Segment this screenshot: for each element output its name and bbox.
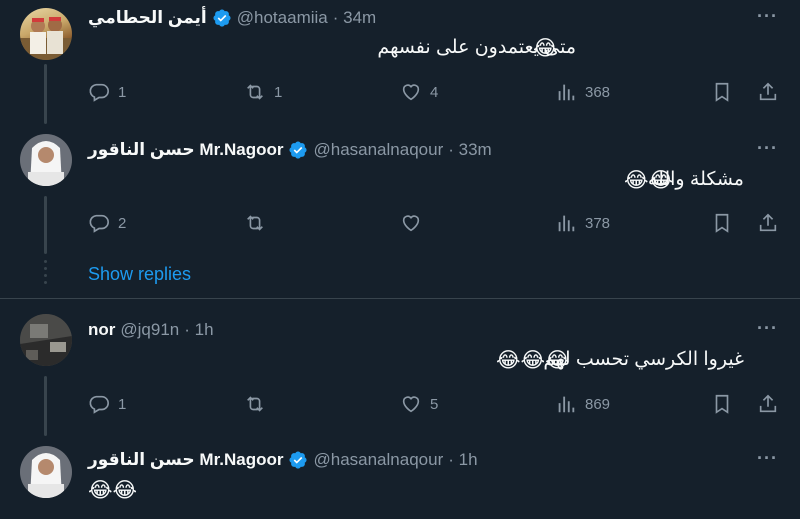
share-button[interactable]	[757, 392, 779, 416]
views-button[interactable]: 378	[555, 211, 610, 235]
handle[interactable]: @jq91n	[120, 320, 179, 340]
share-icon	[759, 213, 777, 232]
reply-icon	[89, 214, 109, 233]
verified-badge-icon	[289, 451, 308, 469]
verified-badge-icon	[213, 9, 231, 27]
tweet-text-content: غيروا الكرسي تحسب لهم	[543, 349, 744, 370]
share-icon	[759, 82, 777, 101]
views-count: 869	[585, 395, 611, 413]
timestamp[interactable]: · 33m	[448, 140, 491, 160]
like-count: 4	[430, 83, 439, 101]
retweet-button[interactable]	[244, 211, 274, 235]
action-bar: 1 5 869	[88, 392, 784, 416]
like-icon	[402, 84, 420, 101]
display-name[interactable]: nor	[88, 320, 115, 340]
retweet-button[interactable]	[244, 392, 274, 416]
reply-count: 1	[118, 83, 127, 101]
display-name-latin: Mr.Nagoor	[199, 140, 284, 159]
retweet-icon	[247, 215, 263, 231]
like-button[interactable]: 5	[400, 392, 438, 416]
tweet-text: غيروا الكرسي تحسب لهم	[543, 348, 744, 371]
timestamp[interactable]: · 1h	[184, 320, 213, 340]
reply-count: 2	[118, 214, 127, 232]
reply-button[interactable]: 1	[88, 392, 126, 416]
tweet[interactable]: nor @jq91n · 1h ··· غيروا الكرسي تحسب له…	[0, 304, 800, 434]
tweet[interactable]: حسن الناقور Mr.Nagoor @hasanalnaqour · 1…	[0, 436, 800, 519]
views-button[interactable]: 368	[555, 80, 610, 104]
reply-icon	[89, 395, 109, 414]
like-button[interactable]: 4	[400, 80, 438, 104]
views-count: 368	[585, 83, 611, 101]
emoji: 😂😂😂	[496, 349, 570, 372]
bookmark-icon	[715, 213, 729, 233]
timestamp[interactable]: · 1h	[448, 450, 477, 470]
avatar[interactable]	[20, 314, 72, 366]
views-icon	[558, 215, 575, 232]
thread-dots	[44, 260, 47, 288]
share-button[interactable]	[757, 80, 779, 104]
handle[interactable]: @hotaamiia	[237, 8, 328, 28]
like-count: 5	[430, 395, 439, 413]
retweet-button[interactable]: 1	[244, 80, 282, 104]
bookmark-icon	[715, 82, 729, 102]
action-bar: 2 378	[88, 211, 784, 235]
divider	[0, 298, 800, 299]
retweet-count: 1	[274, 83, 283, 101]
bookmark-button[interactable]	[711, 392, 733, 416]
more-icon[interactable]: ···	[757, 138, 778, 159]
tweet[interactable]: أيمن الحطامي @hotaamiia · 34m ··· متى يع…	[0, 0, 800, 120]
handle[interactable]: @hasanalnaqour	[313, 450, 443, 470]
views-icon	[558, 84, 575, 101]
reply-count: 1	[118, 395, 127, 413]
share-button[interactable]	[757, 211, 779, 235]
views-count: 378	[585, 214, 611, 232]
views-icon	[558, 396, 575, 413]
action-bar: 1 1 4 368	[88, 80, 784, 104]
show-replies-link[interactable]: Show replies	[88, 264, 191, 285]
bookmark-button[interactable]	[711, 80, 733, 104]
avatar[interactable]	[20, 134, 72, 186]
reply-button[interactable]: 1	[88, 80, 126, 104]
bookmark-icon	[715, 394, 729, 414]
verified-badge-icon	[289, 141, 308, 159]
views-button[interactable]: 869	[555, 392, 610, 416]
retweet-icon	[247, 84, 263, 100]
emoji: 😂	[533, 37, 558, 60]
display-name-latin: Mr.Nagoor	[199, 450, 284, 469]
display-name-arabic: حسن الناقور	[88, 450, 195, 469]
more-icon[interactable]: ···	[757, 448, 778, 469]
reply-button[interactable]: 2	[88, 211, 126, 235]
tweet[interactable]: حسن الناقور Mr.Nagoor @hasanalnaqour · 3…	[0, 124, 800, 254]
handle[interactable]: @hasanalnaqour	[313, 140, 443, 160]
timestamp[interactable]: · 34m	[333, 8, 376, 28]
like-icon	[402, 215, 420, 232]
reply-icon	[89, 83, 109, 102]
display-name[interactable]: حسن الناقور Mr.Nagoor	[88, 450, 283, 470]
display-name[interactable]: حسن الناقور Mr.Nagoor	[88, 140, 283, 160]
display-name-arabic: حسن الناقور	[88, 140, 195, 159]
more-icon[interactable]: ···	[757, 6, 778, 27]
more-icon[interactable]: ···	[757, 318, 778, 339]
display-name[interactable]: أيمن الحطامي	[88, 8, 207, 28]
retweet-icon	[247, 396, 263, 412]
emoji: 😂😂	[624, 169, 674, 192]
like-icon	[402, 396, 420, 413]
avatar[interactable]	[20, 446, 72, 498]
share-icon	[759, 394, 777, 413]
bookmark-button[interactable]	[711, 211, 733, 235]
avatar[interactable]	[20, 8, 72, 60]
like-button[interactable]	[400, 211, 430, 235]
emoji: 😂😂	[88, 479, 138, 502]
